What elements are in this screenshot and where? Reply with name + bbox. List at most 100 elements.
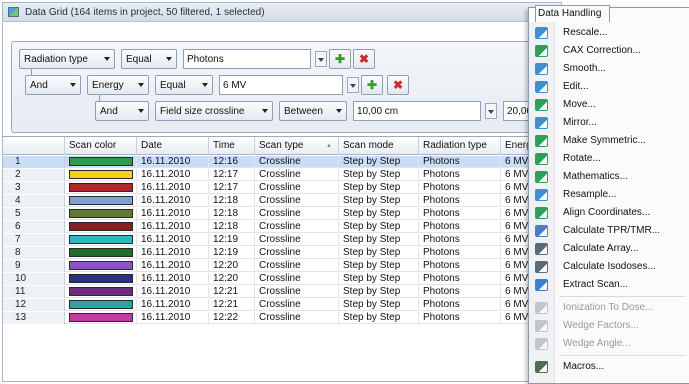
menu-item-mathematics[interactable]: Mathematics... <box>529 168 689 186</box>
menu-item-label: Smooth... <box>563 63 606 74</box>
data-grid-window: Data Grid (164 items in project, 50 filt… <box>2 2 562 382</box>
scan-color-swatch <box>69 313 133 322</box>
wedge-angle-icon <box>535 338 548 350</box>
scan-mode-cell: Step by Step <box>339 195 419 207</box>
table-row[interactable]: 10 16.11.2010 12:20 Crossline Step by Step Ph… <box>3 273 561 285</box>
scan-mode-cell: Step by Step <box>339 182 419 194</box>
filter2-value-dropdown-button[interactable] <box>347 77 359 93</box>
menu-item-edit[interactable]: Edit... <box>529 78 689 96</box>
menu-item-rotate[interactable]: Rotate... <box>529 150 689 168</box>
align-icon <box>535 207 548 219</box>
column-header-time[interactable]: Time <box>209 137 255 155</box>
filter2-operator-combo[interactable]: Equal <box>155 75 213 95</box>
radiation-type-cell: Photons <box>419 273 501 285</box>
date-cell: 16.11.2010 <box>137 299 209 311</box>
row-number: 7 <box>3 234 65 246</box>
filter1-operator-label: Equal <box>126 53 152 65</box>
add-filter-button[interactable]: ✚ <box>329 49 351 69</box>
filter3-from-dropdown-button[interactable] <box>485 103 497 119</box>
table-row[interactable]: 2 16.11.2010 12:17 Crossline Step by Step Pho… <box>3 169 561 181</box>
table-row[interactable]: 7 16.11.2010 12:19 Crossline Step by Step Pho… <box>3 234 561 246</box>
filter2-field-combo[interactable]: Energy <box>87 75 149 95</box>
menu-item-resample[interactable]: Resample... <box>529 186 689 204</box>
filter3-from-input[interactable]: 10,00 cm <box>353 101 481 121</box>
menu-item-label: Calculate Array... <box>563 243 639 254</box>
scan-color-cell <box>65 169 137 181</box>
radiation-type-cell: Photons <box>419 260 501 272</box>
filter3-field-combo[interactable]: Field size crossline <box>155 101 273 121</box>
scan-color-swatch <box>69 170 133 179</box>
menu-item-mirror[interactable]: Mirror... <box>529 114 689 132</box>
scan-type-cell: Crossline <box>255 234 339 246</box>
filter2-value-input[interactable]: 6 MV <box>219 75 343 95</box>
scan-type-cell: Crossline <box>255 247 339 259</box>
add-filter-button[interactable]: ✚ <box>361 75 383 95</box>
filter1-value-input[interactable]: Photons <box>183 49 311 69</box>
radiation-type-cell: Photons <box>419 299 501 311</box>
menu-item-symmetric[interactable]: Make Symmetric... <box>529 132 689 150</box>
column-header-scan-color[interactable]: Scan color <box>65 137 137 155</box>
remove-filter-button[interactable]: ✖ <box>387 75 409 95</box>
menu-item-smooth[interactable]: Smooth... <box>529 60 689 78</box>
table-row[interactable]: 11 16.11.2010 12:21 Crossline Step by Step Ph… <box>3 286 561 298</box>
table-row[interactable]: 12 16.11.2010 12:21 Crossline Step by Step Ph… <box>3 299 561 311</box>
menu-item-extract-scan[interactable]: Extract Scan... <box>529 276 689 294</box>
menu-item-label: Rotate... <box>563 153 601 164</box>
scan-mode-cell: Step by Step <box>339 221 419 233</box>
table-row[interactable]: 3 16.11.2010 12:17 Crossline Step by Step Pho… <box>3 182 561 194</box>
table-row[interactable]: 4 16.11.2010 12:18 Crossline Step by Step Pho… <box>3 195 561 207</box>
date-cell: 16.11.2010 <box>137 221 209 233</box>
menu-item-tpr-tmr[interactable]: Calculate TPR/TMR... <box>529 222 689 240</box>
time-cell: 12:17 <box>209 169 255 181</box>
radiation-type-cell: Photons <box>419 221 501 233</box>
menu-item-calc-array[interactable]: Calculate Array... <box>529 240 689 258</box>
date-cell: 16.11.2010 <box>137 195 209 207</box>
column-header-scan-type[interactable]: Scan type <box>255 137 339 155</box>
row-number: 8 <box>3 247 65 259</box>
macros-icon <box>535 361 548 373</box>
menu-title-tab[interactable]: Data Handling <box>535 5 611 22</box>
mathematics-icon <box>535 171 548 183</box>
scan-mode-cell: Step by Step <box>339 247 419 259</box>
scan-mode-cell: Step by Step <box>339 260 419 272</box>
menu-item-move[interactable]: Move... <box>529 96 689 114</box>
column-header-rownum[interactable] <box>3 137 65 155</box>
table-row[interactable]: 9 16.11.2010 12:20 Crossline Step by Step Pho… <box>3 260 561 272</box>
filter1-operator-combo[interactable]: Equal <box>121 49 177 69</box>
menu-item-wedge-angle: Wedge Angle... <box>529 335 689 353</box>
menu-item-macros[interactable]: Macros... <box>529 358 689 376</box>
table-row[interactable]: 5 16.11.2010 12:18 Crossline Step by Step Pho… <box>3 208 561 220</box>
filter2-logic-combo[interactable]: And <box>25 75 81 95</box>
remove-filter-button[interactable]: ✖ <box>353 49 375 69</box>
filter-remove-icon: ✖ <box>392 78 404 92</box>
menu-item-cax-correction[interactable]: CAX Correction... <box>529 42 689 60</box>
scan-mode-cell: Step by Step <box>339 169 419 181</box>
column-header-scan-mode[interactable]: Scan mode <box>339 137 419 155</box>
table-row[interactable]: 1 16.11.2010 12:16 Crossline Step by Step Pho… <box>3 156 561 168</box>
filter3-logic-label: And <box>100 105 118 117</box>
table-row[interactable]: 6 16.11.2010 12:18 Crossline Step by Step Pho… <box>3 221 561 233</box>
scan-color-cell <box>65 208 137 220</box>
filter3-operator-combo[interactable]: Between <box>279 101 347 121</box>
date-cell: 16.11.2010 <box>137 273 209 285</box>
menu-item-rescale[interactable]: Rescale... <box>529 24 689 42</box>
table-row[interactable]: 13 16.11.2010 12:22 Crossline Step by Step Ph… <box>3 312 561 324</box>
row-number: 2 <box>3 169 65 181</box>
table-row[interactable]: 8 16.11.2010 12:19 Crossline Step by Step Pho… <box>3 247 561 259</box>
chevron-down-icon <box>70 83 76 87</box>
filter1-field-combo[interactable]: Radiation type <box>19 49 115 69</box>
scan-color-swatch <box>69 222 133 231</box>
radiation-type-cell: Photons <box>419 247 501 259</box>
menu-item-align[interactable]: Align Coordinates... <box>529 204 689 222</box>
menu-item-wedge-factors: Wedge Factors... <box>529 317 689 335</box>
calc-array-icon <box>535 243 548 255</box>
column-header-date[interactable]: Date <box>137 137 209 155</box>
filter1-value-dropdown-button[interactable] <box>315 51 327 67</box>
radiation-type-cell: Photons <box>419 312 501 324</box>
column-header-radiation-type[interactable]: Radiation type <box>419 137 501 155</box>
time-cell: 12:20 <box>209 273 255 285</box>
filter3-logic-combo[interactable]: And <box>95 101 149 121</box>
menu-separator <box>559 296 685 297</box>
radiation-type-cell: Photons <box>419 195 501 207</box>
menu-item-isodose[interactable]: Calculate Isodoses... <box>529 258 689 276</box>
